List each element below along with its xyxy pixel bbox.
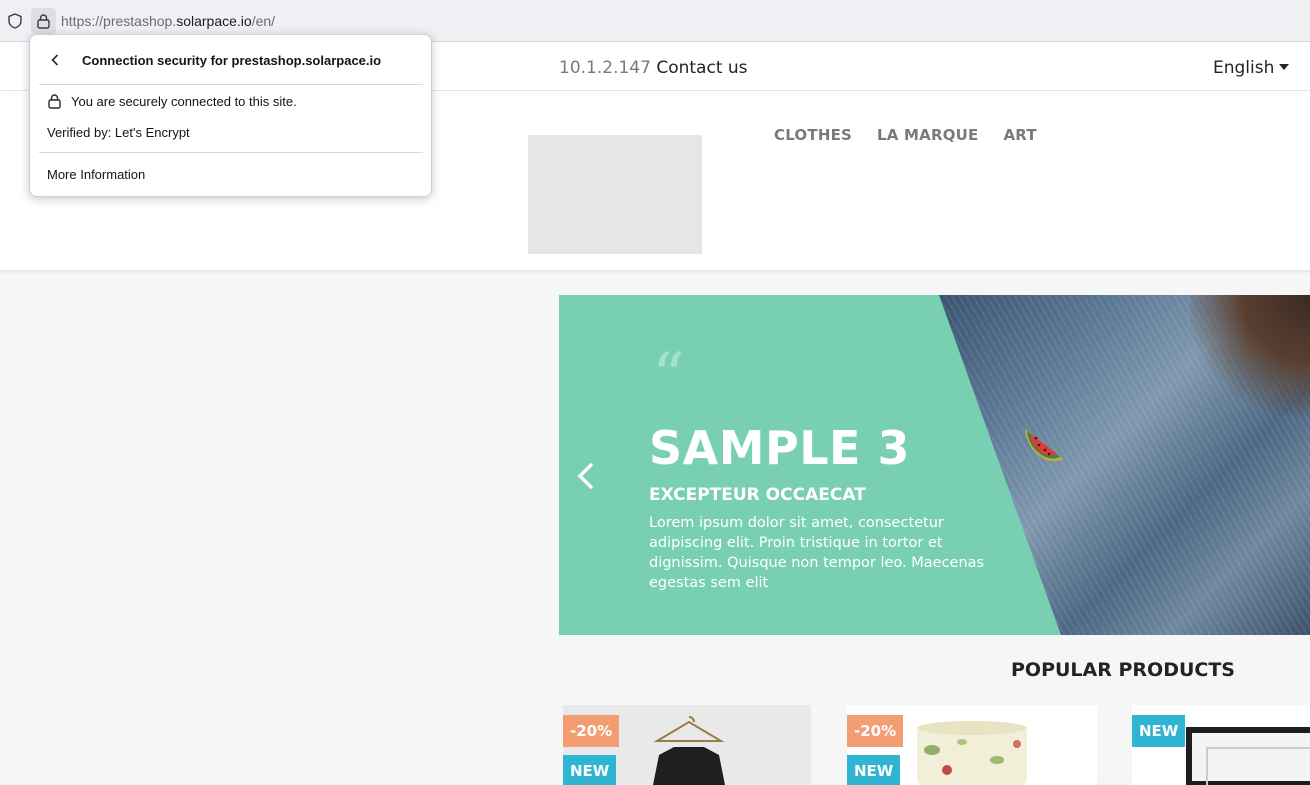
menu-item-la-marque[interactable]: LA MARQUE	[877, 126, 978, 144]
lock-icon	[48, 94, 61, 109]
product-card[interactable]: -20% NEW	[847, 705, 1097, 785]
slide-title: SAMPLE 3	[649, 421, 910, 475]
slide-description: Lorem ipsum dolor sit amet, consectetur …	[649, 515, 985, 591]
new-badge: NEW	[1132, 715, 1186, 747]
url-host: solarpace.io	[176, 13, 252, 29]
watermelon-pin-image	[1025, 429, 1063, 462]
caret-down-icon	[1279, 64, 1290, 70]
popular-products-heading: POPULAR PRODUCTS	[1011, 659, 1235, 681]
contact-link[interactable]: 10.1.2.147 Contact us	[559, 58, 748, 78]
panel-title: Connection security for prestashop.solar…	[82, 53, 382, 68]
verified-by: Verified by: Let's Encrypt	[47, 125, 190, 140]
discount-badge: -20%	[563, 715, 620, 747]
language-selector[interactable]: English	[1213, 58, 1290, 78]
quote-mark: “	[652, 340, 685, 414]
connection-security-panel: Connection security for prestashop.solar…	[29, 34, 432, 197]
contact-label: Contact us	[656, 58, 748, 78]
slide-subtitle: EXCEPTEUR OCCAECAT	[649, 485, 866, 505]
hero-slider: “ SAMPLE 3 EXCEPTEUR OCCAECAT Lorem ipsu…	[559, 295, 1310, 635]
slider-photo	[939, 295, 1310, 635]
site-info-button[interactable]	[31, 8, 56, 34]
tin-image	[917, 721, 1027, 785]
menu-item-clothes[interactable]: CLOTHES	[774, 126, 852, 144]
store-logo[interactable]	[528, 135, 702, 254]
back-arrow-icon[interactable]	[48, 53, 62, 67]
url-subdomain: prestashop.	[103, 13, 177, 29]
url-path: /en/	[251, 13, 276, 29]
menu-item-art[interactable]: ART	[1004, 126, 1037, 144]
main-menu: CLOTHES LA MARQUE ART	[774, 126, 1037, 144]
store-ip: 10.1.2.147	[559, 58, 651, 78]
product-card[interactable]: -20% NEW	[563, 705, 811, 785]
shield-icon[interactable]	[6, 12, 24, 30]
divider	[39, 84, 423, 85]
more-information-button[interactable]: More Information	[47, 167, 145, 182]
divider	[39, 152, 423, 153]
discount-badge: -20%	[847, 715, 904, 747]
framed-poster-image	[1186, 727, 1310, 785]
tshirt-image	[653, 716, 725, 785]
url-scheme: https://	[61, 13, 104, 29]
lock-icon	[37, 14, 50, 29]
address-field[interactable]: https://prestashop.solarpace.io/en/	[61, 13, 275, 29]
product-card[interactable]: NEW	[1132, 705, 1310, 785]
chevron-left-icon[interactable]	[575, 461, 597, 491]
language-label: English	[1213, 58, 1275, 78]
new-badge: NEW	[563, 755, 617, 785]
new-badge: NEW	[847, 755, 901, 785]
secure-status: You are securely connected to this site.	[71, 94, 297, 109]
